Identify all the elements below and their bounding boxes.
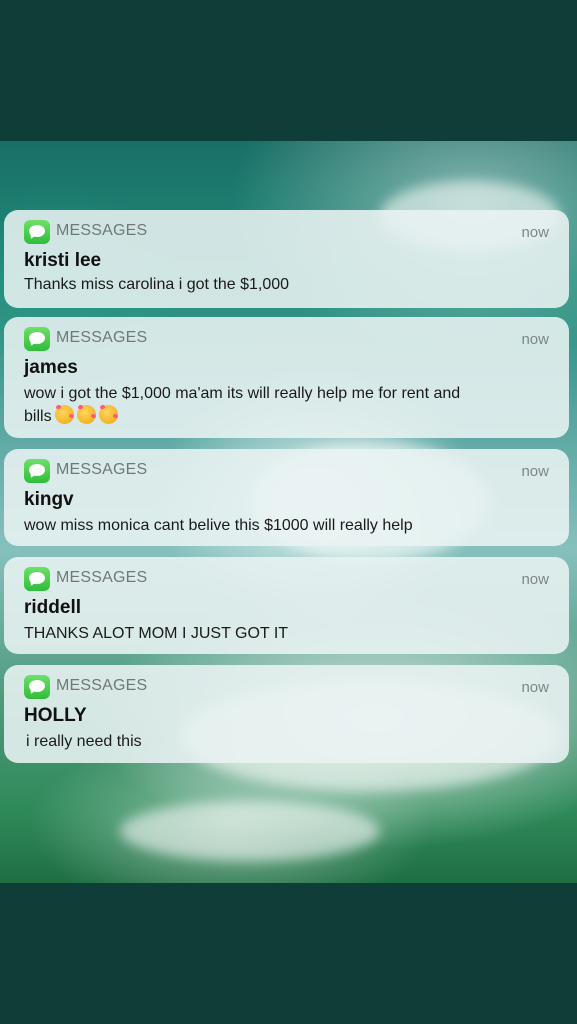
messages-icon (24, 567, 50, 591)
message-body: i really need this (26, 733, 142, 750)
message-body: Thanks miss carolina i got the $1,000 (24, 276, 290, 293)
notification-header: MESSAGES now (24, 325, 549, 351)
app-name: MESSAGES (56, 222, 148, 239)
notification-card[interactable]: MESSAGES now riddell THANKS ALOT MOM I J… (4, 557, 569, 654)
notification-header: MESSAGES now (24, 218, 549, 244)
timestamp: now (521, 571, 549, 588)
message-body: wow i got the $1,000 ma'am its will real… (24, 383, 545, 428)
message-body: wow miss monica cant belive this $1000 w… (24, 517, 413, 534)
notification-header: MESSAGES now (24, 457, 549, 483)
timestamp: now (521, 679, 549, 696)
smiling-face-with-hearts-icon (54, 405, 74, 424)
messages-icon (24, 220, 50, 244)
timestamp: now (521, 463, 549, 480)
notification-header: MESSAGES now (24, 673, 549, 699)
notification-card[interactable]: MESSAGES now HOLLY i really need this (4, 665, 569, 763)
sender-name: riddell (24, 597, 82, 618)
timestamp: now (521, 224, 549, 241)
sender-name: kingv (24, 489, 74, 510)
sender-name: kristi lee (24, 250, 102, 271)
messages-icon (24, 675, 50, 699)
app-name: MESSAGES (56, 461, 148, 478)
screenshot-frame: MESSAGES now kristi lee Thanks miss caro… (0, 0, 577, 1024)
app-name: MESSAGES (56, 329, 148, 346)
messages-icon (24, 459, 50, 483)
notification-header: MESSAGES now (24, 565, 549, 591)
app-name: MESSAGES (56, 677, 148, 694)
message-body-line: wow i got the $1,000 ma'am its will real… (24, 385, 461, 402)
messages-icon (24, 327, 50, 351)
smiling-face-with-hearts-icon (76, 405, 96, 424)
message-body-line: bills (24, 408, 52, 425)
sender-name: james (24, 357, 78, 378)
smiling-face-with-hearts-icon (98, 405, 118, 424)
sender-name: HOLLY (24, 705, 87, 726)
app-name: MESSAGES (56, 569, 148, 586)
notification-card[interactable]: MESSAGES now james wow i got the $1,000 … (4, 317, 569, 438)
message-body: THANKS ALOT MOM I JUST GOT IT (24, 625, 289, 642)
wave-foam (120, 801, 380, 861)
timestamp: now (521, 331, 549, 348)
notification-card[interactable]: MESSAGES now kristi lee Thanks miss caro… (4, 210, 569, 308)
notification-card[interactable]: MESSAGES now kingv wow miss monica cant … (4, 449, 569, 546)
